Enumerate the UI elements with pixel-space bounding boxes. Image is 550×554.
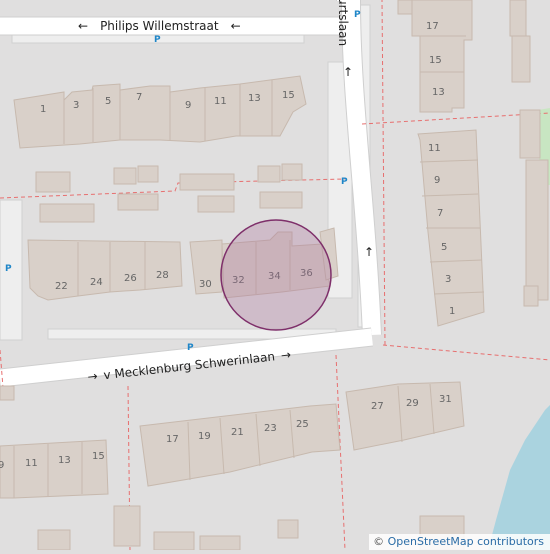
house-number: 3 (445, 274, 451, 285)
house-number: 31 (439, 394, 452, 405)
street-arrow-prins-south: ↑ (364, 245, 374, 259)
parking-label: P (187, 343, 194, 353)
house-number: 21 (231, 427, 244, 438)
house-number: 5 (105, 96, 111, 107)
house-number: 26 (124, 273, 137, 284)
house-number: 27 (371, 401, 384, 412)
house-number: 13 (58, 455, 71, 466)
house-number: 23 (264, 423, 277, 434)
parking-label: P (154, 35, 161, 45)
house-number: 24 (90, 277, 103, 288)
house-number: 15 (92, 451, 105, 462)
house-number: 7 (437, 208, 443, 219)
attribution-link[interactable]: OpenStreetMap contributors (388, 535, 544, 548)
house-number: 15 (282, 90, 295, 101)
attribution: © OpenStreetMap contributors (369, 534, 550, 550)
water-area (488, 405, 550, 550)
buildings-south (0, 381, 465, 551)
house-number: 17 (166, 434, 179, 445)
house-number: 30 (199, 279, 212, 290)
house-number: 29 (406, 398, 419, 409)
map[interactable]: ← Philips Willemstraat ← → v Mecklenburg Sc… (0, 0, 550, 551)
house-number: 19 (198, 431, 211, 442)
house-number: 9 (434, 175, 440, 186)
house-number: 7 (136, 92, 142, 103)
house-number: 9 (0, 460, 4, 471)
location-marker[interactable] (220, 219, 332, 331)
parking-label: P (341, 177, 348, 187)
map-canvas[interactable]: ← Philips Willemstraat ← → v Mecklenburg Sc… (0, 0, 550, 551)
house-number: 1 (449, 306, 455, 317)
street-label-philips: ← Philips Willemstraat ← (78, 19, 241, 33)
house-number: 11 (25, 458, 38, 469)
street-arrow-prins-north: ↑ (343, 65, 353, 79)
copyright-symbol: © (373, 535, 385, 548)
parking-label: P (5, 264, 12, 274)
house-number: 17 (426, 21, 439, 32)
house-number: 1 (40, 104, 46, 115)
house-number: 22 (55, 281, 68, 292)
house-number: 25 (296, 419, 309, 430)
house-number: 28 (156, 270, 169, 281)
house-number: 5 (441, 242, 447, 253)
house-number: 11 (428, 143, 441, 154)
house-number: 3 (73, 100, 79, 111)
parking-label: P (354, 10, 361, 20)
street-label-prins: urtslaan (336, 0, 350, 46)
house-number: 13 (248, 93, 261, 104)
house-number: 9 (185, 100, 191, 111)
house-number: 15 (429, 55, 442, 66)
house-number: 11 (214, 96, 227, 107)
buildings-east (411, 0, 549, 327)
house-number: 13 (432, 87, 445, 98)
